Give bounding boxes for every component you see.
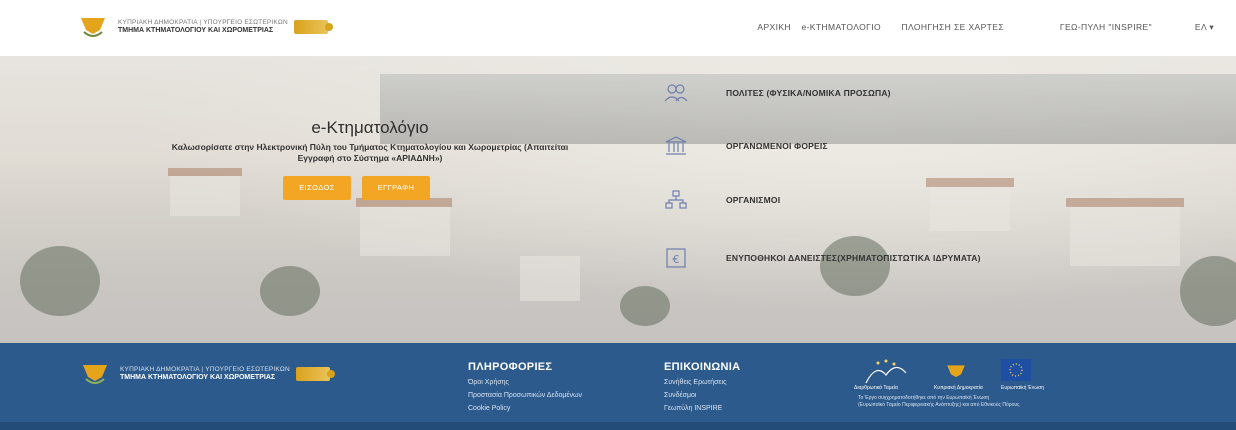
footer-brand-logo[interactable]: ΚΥΠΡΙΑΚΗ ΔΗΜΟΚΡΑΤΙΑ | ΥΠΟΥΡΓΕΙΟ ΕΣΩΤΕΡΙΚ…: [80, 359, 335, 389]
copyright-bar: [0, 422, 1236, 430]
fund-name-structural: Διαρθρωτικά Ταμεία: [854, 385, 898, 391]
hero-section: e-Κτηματολόγιο Καλωσορίσατε στην Ηλεκτρο…: [0, 56, 1236, 343]
footer-info-title: ΠΛΗΡΟΦΟΡΙΕΣ: [468, 361, 553, 373]
category-mortgage-lenders[interactable]: € ΕΝΥΠΟΘΗΚΟΙ ΔΑΝΕΙΣΤΕΣ(ΧΡΗΜΑΤΟΠΙΣΤΩΤΙΚΑ …: [664, 248, 980, 268]
funding-note: Το Έργο συγχρηματοδοτήθηκε από την Ευρωπ…: [858, 395, 1088, 409]
brand-department-text: ΤΜΗΜΑ ΚΤΗΜΑΤΟΛΟΓΙΟΥ ΚΑΙ ΧΩΡΟΜΕΤΡΙΑΣ: [118, 26, 274, 34]
category-organized-bodies-label: ΟΡΓΑΝΩΜΕΝΟΙ ΦΟΡΕΙΣ: [726, 141, 828, 151]
cyprus-emblem-icon: [81, 18, 105, 37]
organization-icon: [665, 190, 687, 209]
category-citizens-label: ΠΟΛΙΤΕΣ (ΦΥΣΙΚΑ/ΝΟΜΙΚΑ ΠΡΟΣΩΠΑ): [726, 88, 891, 98]
category-mortgage-lenders-label: ΕΝΥΠΟΘΗΚΟΙ ΔΑΝΕΙΣΤΕΣ(ΧΡΗΜΑΤΟΠΙΣΤΩΤΙΚΑ ΙΔ…: [726, 253, 981, 263]
login-button[interactable]: ΕΙΣΟΔΟΣ: [283, 176, 351, 200]
footer-link-terms[interactable]: Όροι Χρήσης: [468, 379, 509, 386]
svg-text:€: €: [673, 253, 680, 266]
funding-note-line2: (Ευρωπαϊκό Ταμείο Περιφερειακής Ανάπτυξη…: [858, 401, 1020, 408]
nav-maps[interactable]: ΠΛΟΗΓΗΣΗ ΣΕ ΧΑΡΤΕΣ: [901, 22, 1004, 32]
footer-link-privacy[interactable]: Προστασία Προσωπικών Δεδομένων: [468, 392, 582, 399]
institution-icon: [665, 136, 687, 155]
category-citizens[interactable]: ΠΟΛΙΤΕΣ (ΦΥΣΙΚΑ/ΝΟΜΙΚΑ ΠΡΟΣΩΠΑ): [664, 83, 891, 103]
footer-contact-title: ΕΠΙΚΟΙΝΩΝΙΑ: [664, 361, 741, 373]
category-organizations[interactable]: ΟΡΓΑΝΙΣΜΟΙ: [664, 190, 780, 210]
register-button[interactable]: ΕΓΓΡΑΦΗ: [362, 176, 430, 200]
language-selector[interactable]: ΕΛ ▾: [1195, 22, 1214, 33]
footer-link-cookies[interactable]: Cookie Policy: [468, 405, 510, 412]
nav-ektimatologio[interactable]: e-ΚΤΗΜΑΤΟΛΟΓΙΟ: [801, 22, 881, 32]
cadastre-badge-icon: [293, 20, 333, 34]
nav-home[interactable]: ΑΡΧΙΚΗ: [757, 22, 791, 32]
euro-icon: €: [666, 248, 686, 268]
category-organized-bodies[interactable]: ΟΡΓΑΝΩΜΕΝΟΙ ΦΟΡΕΙΣ: [664, 136, 828, 156]
category-organizations-label: ΟΡΓΑΝΙΣΜΟΙ: [726, 195, 781, 205]
footer-department-text: ΤΜΗΜΑ ΚΤΗΜΑΤΟΛΟΓΙΟΥ ΚΑΙ ΧΩΡΟΜΕΤΡΙΑΣ: [120, 373, 276, 381]
cyprus-emblem-icon: [947, 365, 965, 378]
fund-name-eu: Ευρωπαϊκή Ένωση: [1001, 385, 1044, 391]
funding-logos: Διαρθρωτικά Ταμεία Κυπριακή Δημοκρατία Ε…: [854, 357, 1066, 393]
footer-ministry-text: ΚΥΠΡΙΑΚΗ ΔΗΜΟΚΡΑΤΙΑ | ΥΠΟΥΡΓΕΙΟ ΕΣΩΤΕΡΙΚ…: [120, 366, 290, 374]
footer-link-inspire[interactable]: Γεωπύλη INSPIRE: [664, 405, 722, 412]
cyprus-emblem-icon: [83, 365, 107, 384]
welcome-text: Καλωσορίσατε στην Ηλεκτρονική Πύλη του Τ…: [171, 142, 569, 163]
footer: ΚΥΠΡΙΑΚΗ ΔΗΜΟΚΡΑΤΙΑ | ΥΠΟΥΡΓΕΙΟ ΕΣΩΤΕΡΙΚ…: [0, 343, 1236, 430]
brand-ministry-text: ΚΥΠΡΙΑΚΗ ΔΗΜΟΚΡΑΤΙΑ | ΥΠΟΥΡΓΕΙΟ ΕΣΩΤΕΡΙΚ…: [118, 19, 288, 27]
nav-inspire[interactable]: ΓΕΩ-ΠΥΛΗ "INSPIRE": [1060, 22, 1152, 32]
brand-logo[interactable]: ΚΥΠΡΙΑΚΗ ΔΗΜΟΚΡΑΤΙΑ | ΥΠΟΥΡΓΕΙΟ ΕΣΩΤΕΡΙΚ…: [78, 10, 333, 44]
footer-link-faq[interactable]: Συνήθεις Ερωτήσεις: [664, 379, 726, 386]
top-navbar: ΚΥΠΡΙΑΚΗ ΔΗΜΟΚΡΑΤΙΑ | ΥΠΟΥΡΓΕΙΟ ΕΣΩΤΕΡΙΚ…: [0, 0, 1236, 56]
footer-link-links[interactable]: Συνδέσμοι: [664, 392, 696, 399]
eu-flag-icon: [1001, 359, 1031, 381]
cadastre-badge-icon: [295, 367, 335, 381]
users-icon: [664, 84, 688, 102]
funding-note-line1: Το Έργο συγχρηματοδοτήθηκε από την Ευρωπ…: [858, 395, 990, 401]
page-title: e-Κτηματολόγιο: [311, 118, 429, 137]
fund-name-cyprus: Κυπριακή Δημοκρατία: [934, 385, 983, 391]
